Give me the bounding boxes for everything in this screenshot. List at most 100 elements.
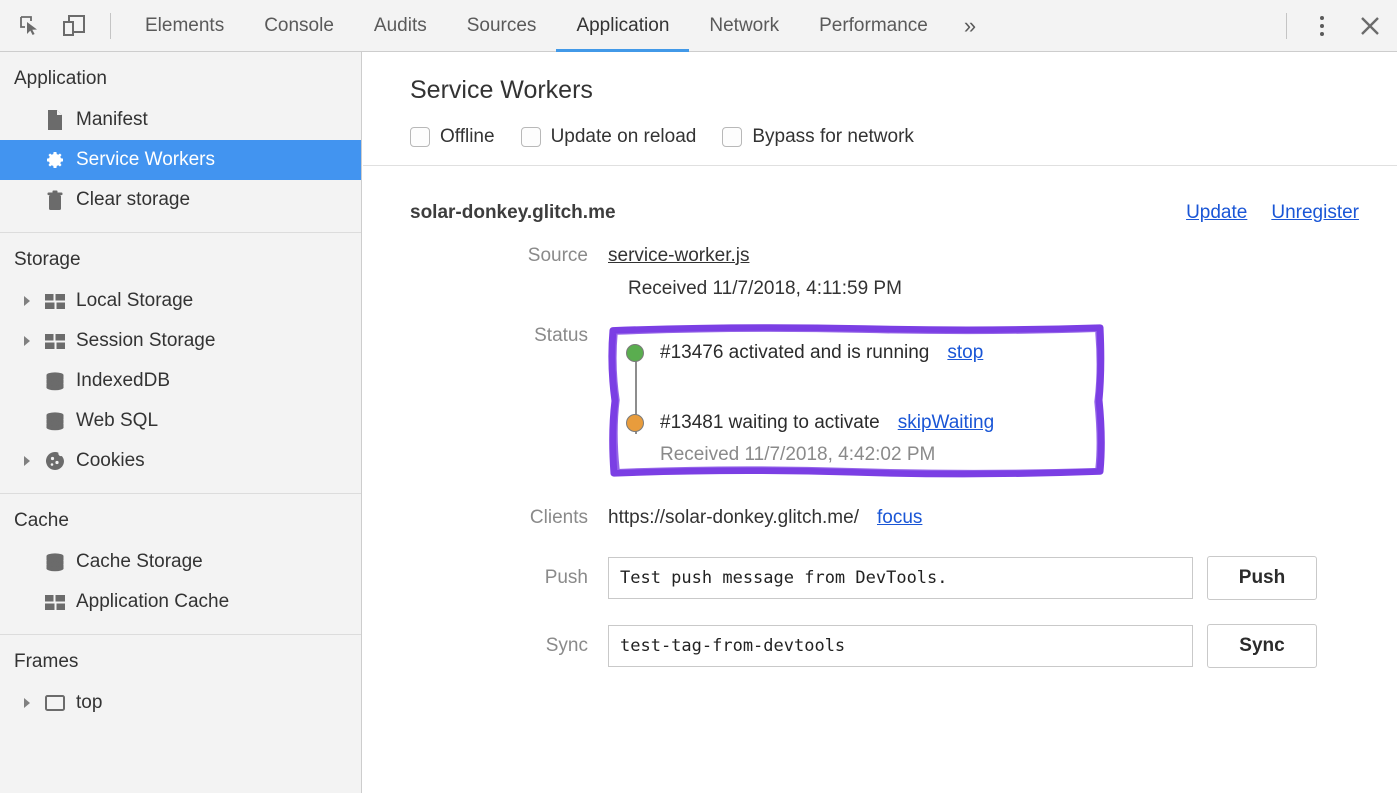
sidebar-item-label: Local Storage (76, 290, 193, 312)
sidebar-item-service-workers[interactable]: Service Workers (0, 140, 361, 180)
devtools-toolbar: Elements Console Audits Sources Applicat… (0, 0, 1397, 52)
tab-label: Console (264, 15, 334, 37)
sidebar-section-title: Cache (0, 494, 361, 542)
status-dot-orange-icon (626, 414, 644, 432)
clients-row: Clients https://solar-donkey.glitch.me/ … (363, 504, 1397, 532)
service-worker-origin: solar-donkey.glitch.me (410, 202, 616, 224)
sidebar-item-label: Clear storage (76, 189, 190, 211)
source-row: Source service-worker.js (363, 242, 1397, 270)
update-on-reload-checkbox[interactable]: Update on reload (521, 126, 697, 148)
tab-console[interactable]: Console (244, 0, 354, 52)
sidebar-item-application-cache[interactable]: Application Cache (0, 582, 361, 622)
sidebar-section-title: Storage (0, 233, 361, 281)
sync-label: Sync (410, 635, 608, 657)
tab-label: Audits (374, 15, 427, 37)
origin-actions: Update Unregister (1186, 202, 1359, 224)
offline-checkbox-label: Offline (440, 126, 495, 148)
toolbar-right-group (1272, 0, 1397, 52)
gear-icon (44, 149, 66, 171)
status-row: Status #13476 activated and is running s… (363, 322, 1397, 478)
update-on-reload-checkbox-box[interactable] (521, 127, 541, 147)
update-link[interactable]: Update (1186, 202, 1247, 224)
tab-performance[interactable]: Performance (799, 0, 948, 52)
sidebar-item-cache-storage[interactable]: Cache Storage (0, 542, 361, 582)
close-icon[interactable] (1343, 0, 1397, 52)
sync-button[interactable]: Sync (1207, 624, 1317, 668)
sidebar-item-web-sql[interactable]: Web SQL (0, 401, 361, 441)
status-dot-green-icon (626, 344, 644, 362)
sidebar-section-frames: Frames top (0, 635, 361, 735)
tab-label: Network (709, 15, 779, 37)
clients-url: https://solar-donkey.glitch.me/ (608, 504, 859, 532)
chevron-right-icon[interactable] (24, 336, 30, 346)
bypass-for-network-checkbox[interactable]: Bypass for network (722, 126, 914, 148)
bypass-for-network-checkbox-label: Bypass for network (752, 126, 914, 148)
offline-checkbox-box[interactable] (410, 127, 430, 147)
tab-network[interactable]: Network (689, 0, 799, 52)
bypass-for-network-checkbox-box[interactable] (722, 127, 742, 147)
tab-application[interactable]: Application (556, 0, 689, 52)
push-row: Push Push (363, 556, 1397, 600)
sidebar-item-top-frame[interactable]: top (0, 683, 361, 723)
sidebar-item-manifest[interactable]: Manifest (0, 100, 361, 140)
focus-link[interactable]: focus (877, 504, 922, 532)
close-icon-glyph (1358, 14, 1382, 38)
inspect-element-icon-glyph (18, 14, 42, 38)
sidebar-item-label: Web SQL (76, 410, 158, 432)
sidebar-item-local-storage[interactable]: Local Storage (0, 281, 361, 321)
clients-label: Clients (410, 504, 608, 532)
sidebar-item-label: top (76, 692, 102, 714)
service-workers-panel: Service Workers Offline Update on reload… (363, 52, 1397, 793)
unregister-link[interactable]: Unregister (1271, 202, 1359, 224)
tab-elements[interactable]: Elements (125, 0, 244, 52)
status-label: Status (410, 322, 608, 350)
chevron-right-icon[interactable] (24, 456, 30, 466)
cookie-icon (44, 450, 66, 472)
sidebar-item-label: IndexedDB (76, 370, 170, 392)
more-tabs-icon[interactable]: » (948, 0, 992, 52)
skip-waiting-link[interactable]: skipWaiting (898, 412, 994, 434)
push-input[interactable] (608, 557, 1193, 599)
sync-row: Sync Sync (363, 624, 1397, 668)
device-toolbar-icon[interactable] (52, 0, 96, 52)
page-title: Service Workers (363, 52, 1397, 105)
document-icon (44, 109, 66, 131)
sidebar-section-storage: Storage Local Storage Session Storage (0, 233, 361, 493)
chevron-right-icon[interactable] (24, 296, 30, 306)
sidebar-item-label: Cache Storage (76, 551, 203, 573)
sidebar-item-indexeddb[interactable]: IndexedDB (0, 361, 361, 401)
frame-icon (44, 692, 66, 714)
trash-icon (44, 189, 66, 211)
sidebar-item-label: Session Storage (76, 330, 215, 352)
sidebar-item-session-storage[interactable]: Session Storage (0, 321, 361, 361)
inspect-element-icon[interactable] (8, 0, 52, 52)
update-on-reload-checkbox-label: Update on reload (551, 126, 697, 148)
toolbar-divider (110, 13, 111, 39)
stop-link[interactable]: stop (947, 342, 983, 364)
source-file-link[interactable]: service-worker.js (608, 242, 749, 270)
tab-label: Application (576, 15, 669, 37)
tab-audits[interactable]: Audits (354, 0, 447, 52)
sidebar-item-label: Manifest (76, 109, 148, 131)
service-worker-origin-row: solar-donkey.glitch.me Update Unregister (363, 166, 1397, 224)
source-label: Source (410, 242, 608, 270)
application-sidebar: Application Manifest Service Workers (0, 52, 362, 793)
sidebar-section-application: Application Manifest Service Workers (0, 52, 361, 232)
tab-label: Sources (467, 15, 537, 37)
sidebar-item-clear-storage[interactable]: Clear storage (0, 180, 361, 220)
database-icon (44, 410, 66, 432)
service-worker-card: solar-donkey.glitch.me Update Unregister… (363, 166, 1397, 668)
offline-checkbox[interactable]: Offline (410, 126, 495, 148)
sidebar-item-label: Application Cache (76, 591, 229, 613)
table-icon (44, 330, 66, 352)
sync-input[interactable] (608, 625, 1193, 667)
chevron-right-icon[interactable] (24, 698, 30, 708)
push-button[interactable]: Push (1207, 556, 1317, 600)
table-icon (44, 591, 66, 613)
sidebar-section-title: Frames (0, 635, 361, 683)
waiting-received-timestamp: Received 11/7/2018, 4:42:02 PM (626, 444, 1083, 466)
kebab-menu-icon[interactable] (1301, 0, 1343, 52)
tab-sources[interactable]: Sources (447, 0, 557, 52)
sidebar-section-cache: Cache Cache Storage Application Cache (0, 494, 361, 634)
sidebar-item-cookies[interactable]: Cookies (0, 441, 361, 481)
